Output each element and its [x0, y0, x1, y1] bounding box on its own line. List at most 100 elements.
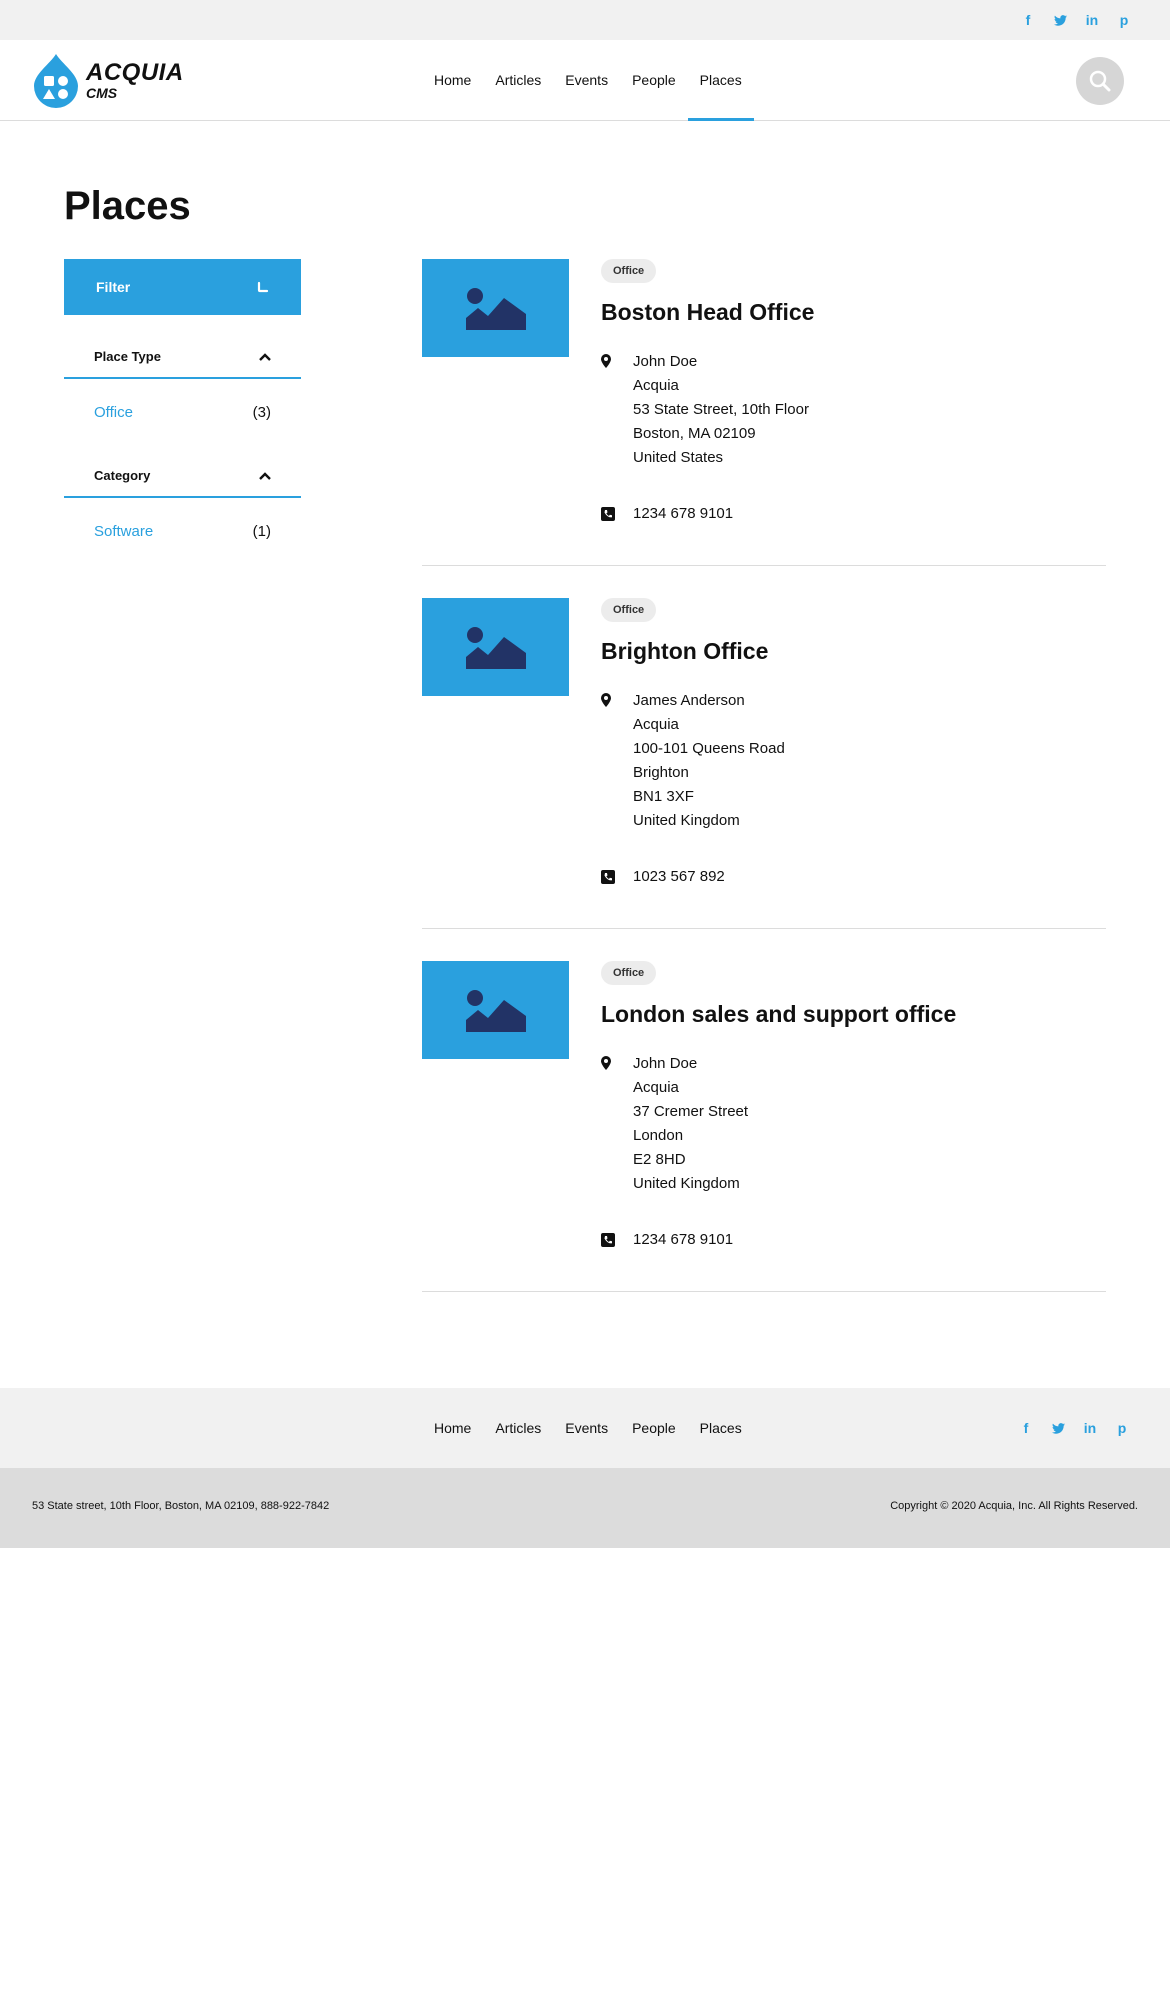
site-header: ACQUIA CMS Home Articles Events People P…: [0, 40, 1170, 121]
logo-line-1: ACQUIA: [86, 58, 184, 86]
image-icon: [465, 990, 526, 1032]
search-icon: [1089, 70, 1111, 92]
place-title-link[interactable]: Brighton Office: [601, 638, 1101, 665]
phone-number: 1234 678 9101: [633, 1231, 734, 1248]
address-line: London: [633, 1127, 684, 1144]
address-line: E2 8HD: [633, 1151, 686, 1168]
footer-nav-places[interactable]: Places: [688, 1388, 754, 1468]
facet-item-count: (1): [252, 523, 271, 540]
facebook-icon[interactable]: f: [1012, 10, 1044, 30]
footer-copyright: Copyright © 2020 Acquia, Inc. All Rights…: [890, 1500, 1138, 1512]
place-title-link[interactable]: Boston Head Office: [601, 299, 1101, 326]
place-type-badge: Office: [601, 598, 657, 622]
place-image-placeholder[interactable]: [422, 259, 569, 357]
address-line: John Doe: [633, 353, 698, 370]
phone-icon: [601, 507, 615, 521]
facet-category-header[interactable]: Category: [64, 455, 301, 498]
facet-title: Place Type: [94, 349, 161, 364]
nav-events[interactable]: Events: [553, 40, 620, 120]
place-type-badge: Office: [601, 961, 657, 985]
logo-wordmark: ACQUIA CMS: [86, 58, 184, 101]
facet-item-label[interactable]: Office: [94, 404, 133, 421]
nav-places[interactable]: Places: [687, 40, 754, 121]
footer-nav-articles[interactable]: Articles: [483, 1388, 553, 1468]
address-line: United States: [633, 449, 724, 466]
page-title: Places: [64, 184, 191, 228]
main-navigation: Home Articles Events People Places: [422, 40, 754, 121]
image-icon: [465, 288, 526, 330]
map-pin-icon: [601, 354, 611, 368]
nav-articles[interactable]: Articles: [483, 40, 553, 120]
address-line: 53 State Street, 10th Floor: [633, 401, 809, 418]
image-icon: [465, 627, 526, 669]
place-card-body: Office London sales and support office J…: [601, 961, 1101, 1252]
address-line: Acquia: [633, 1079, 679, 1096]
footer-nav-events[interactable]: Events: [553, 1388, 620, 1468]
nav-home[interactable]: Home: [422, 40, 483, 120]
address-line: 37 Cremer Street: [633, 1103, 749, 1120]
footer-nav-people[interactable]: People: [620, 1388, 688, 1468]
linkedin-icon[interactable]: in: [1074, 1418, 1106, 1438]
place-image-placeholder[interactable]: [422, 598, 569, 696]
footer-nav-home[interactable]: Home: [422, 1388, 483, 1468]
facet-place-type-header[interactable]: Place Type: [64, 336, 301, 379]
filter-button[interactable]: Filter: [64, 259, 301, 315]
linkedin-icon[interactable]: in: [1076, 10, 1108, 30]
address-line: United Kingdom: [633, 1175, 740, 1192]
address-line: Acquia: [633, 716, 679, 733]
place-image-placeholder[interactable]: [422, 961, 569, 1059]
footer-navigation: Home Articles Events People Places: [422, 1388, 754, 1468]
top-social-bar: f in p: [0, 0, 1170, 40]
twitter-icon[interactable]: [1044, 10, 1076, 30]
map-pin-icon: [601, 1056, 611, 1070]
place-phone: 1234 678 9101: [601, 502, 1101, 526]
phone-icon: [601, 870, 615, 884]
chevron-up-icon: [259, 471, 271, 480]
twitter-icon[interactable]: [1042, 1418, 1074, 1438]
address-line: BN1 3XF: [633, 788, 694, 805]
address-line: United Kingdom: [633, 812, 740, 829]
address-line: Brighton: [633, 764, 689, 781]
logo-drop-icon: [32, 52, 80, 108]
filter-button-label: Filter: [96, 279, 131, 295]
phone-number: 1234 678 9101: [633, 505, 734, 522]
place-title-link[interactable]: London sales and support office: [601, 1001, 1101, 1028]
phone-icon: [601, 1233, 615, 1247]
search-button[interactable]: [1076, 57, 1124, 105]
footer-bottom-bar: 53 State street, 10th Floor, Boston, MA …: [0, 1468, 1170, 1548]
address-line: Boston, MA 02109: [633, 425, 756, 442]
nav-people[interactable]: People: [620, 40, 688, 120]
address-line: John Doe: [633, 1055, 698, 1072]
address-line: James Anderson: [633, 692, 745, 709]
place-phone: 1234 678 9101: [601, 1228, 1101, 1252]
place-type-badge: Office: [601, 259, 657, 283]
facet-title: Category: [94, 468, 151, 483]
place-card-body: Office Brighton Office James Anderson Ac…: [601, 598, 1101, 889]
place-address: John Doe Acquia 53 State Street, 10th Fl…: [601, 350, 1101, 470]
logo-line-2: CMS: [86, 84, 118, 101]
chevron-up-icon: [259, 352, 271, 361]
place-card: Office London sales and support office J…: [422, 961, 1106, 1292]
place-phone: 1023 567 892: [601, 865, 1101, 889]
place-card-body: Office Boston Head Office John Doe Acqui…: [601, 259, 1101, 526]
place-card: Office Boston Head Office John Doe Acqui…: [422, 259, 1106, 566]
place-card: Office Brighton Office James Anderson Ac…: [422, 598, 1106, 929]
facet-item-software[interactable]: Software (1): [64, 523, 301, 540]
site-logo[interactable]: ACQUIA CMS: [32, 52, 184, 108]
footer-address: 53 State street, 10th Floor, Boston, MA …: [32, 1500, 330, 1512]
place-address: John Doe Acquia 37 Cremer Street London …: [601, 1052, 1101, 1196]
phone-number: 1023 567 892: [633, 868, 725, 885]
facebook-icon[interactable]: f: [1010, 1418, 1042, 1438]
facet-item-label[interactable]: Software: [94, 523, 153, 540]
pinterest-icon[interactable]: p: [1108, 10, 1140, 30]
address-line: 100-101 Queens Road: [633, 740, 785, 757]
pinterest-icon[interactable]: p: [1106, 1418, 1138, 1438]
place-address: James Anderson Acquia 100-101 Queens Roa…: [601, 689, 1101, 833]
loading-spinner-icon: [257, 281, 269, 293]
footer-social-links: f in p: [1010, 1418, 1138, 1438]
map-pin-icon: [601, 693, 611, 707]
address-line: Acquia: [633, 377, 679, 394]
social-links: f in p: [1012, 10, 1140, 30]
footer-navigation-bar: Home Articles Events People Places f in …: [0, 1388, 1170, 1468]
facet-item-office[interactable]: Office (3): [64, 404, 301, 421]
